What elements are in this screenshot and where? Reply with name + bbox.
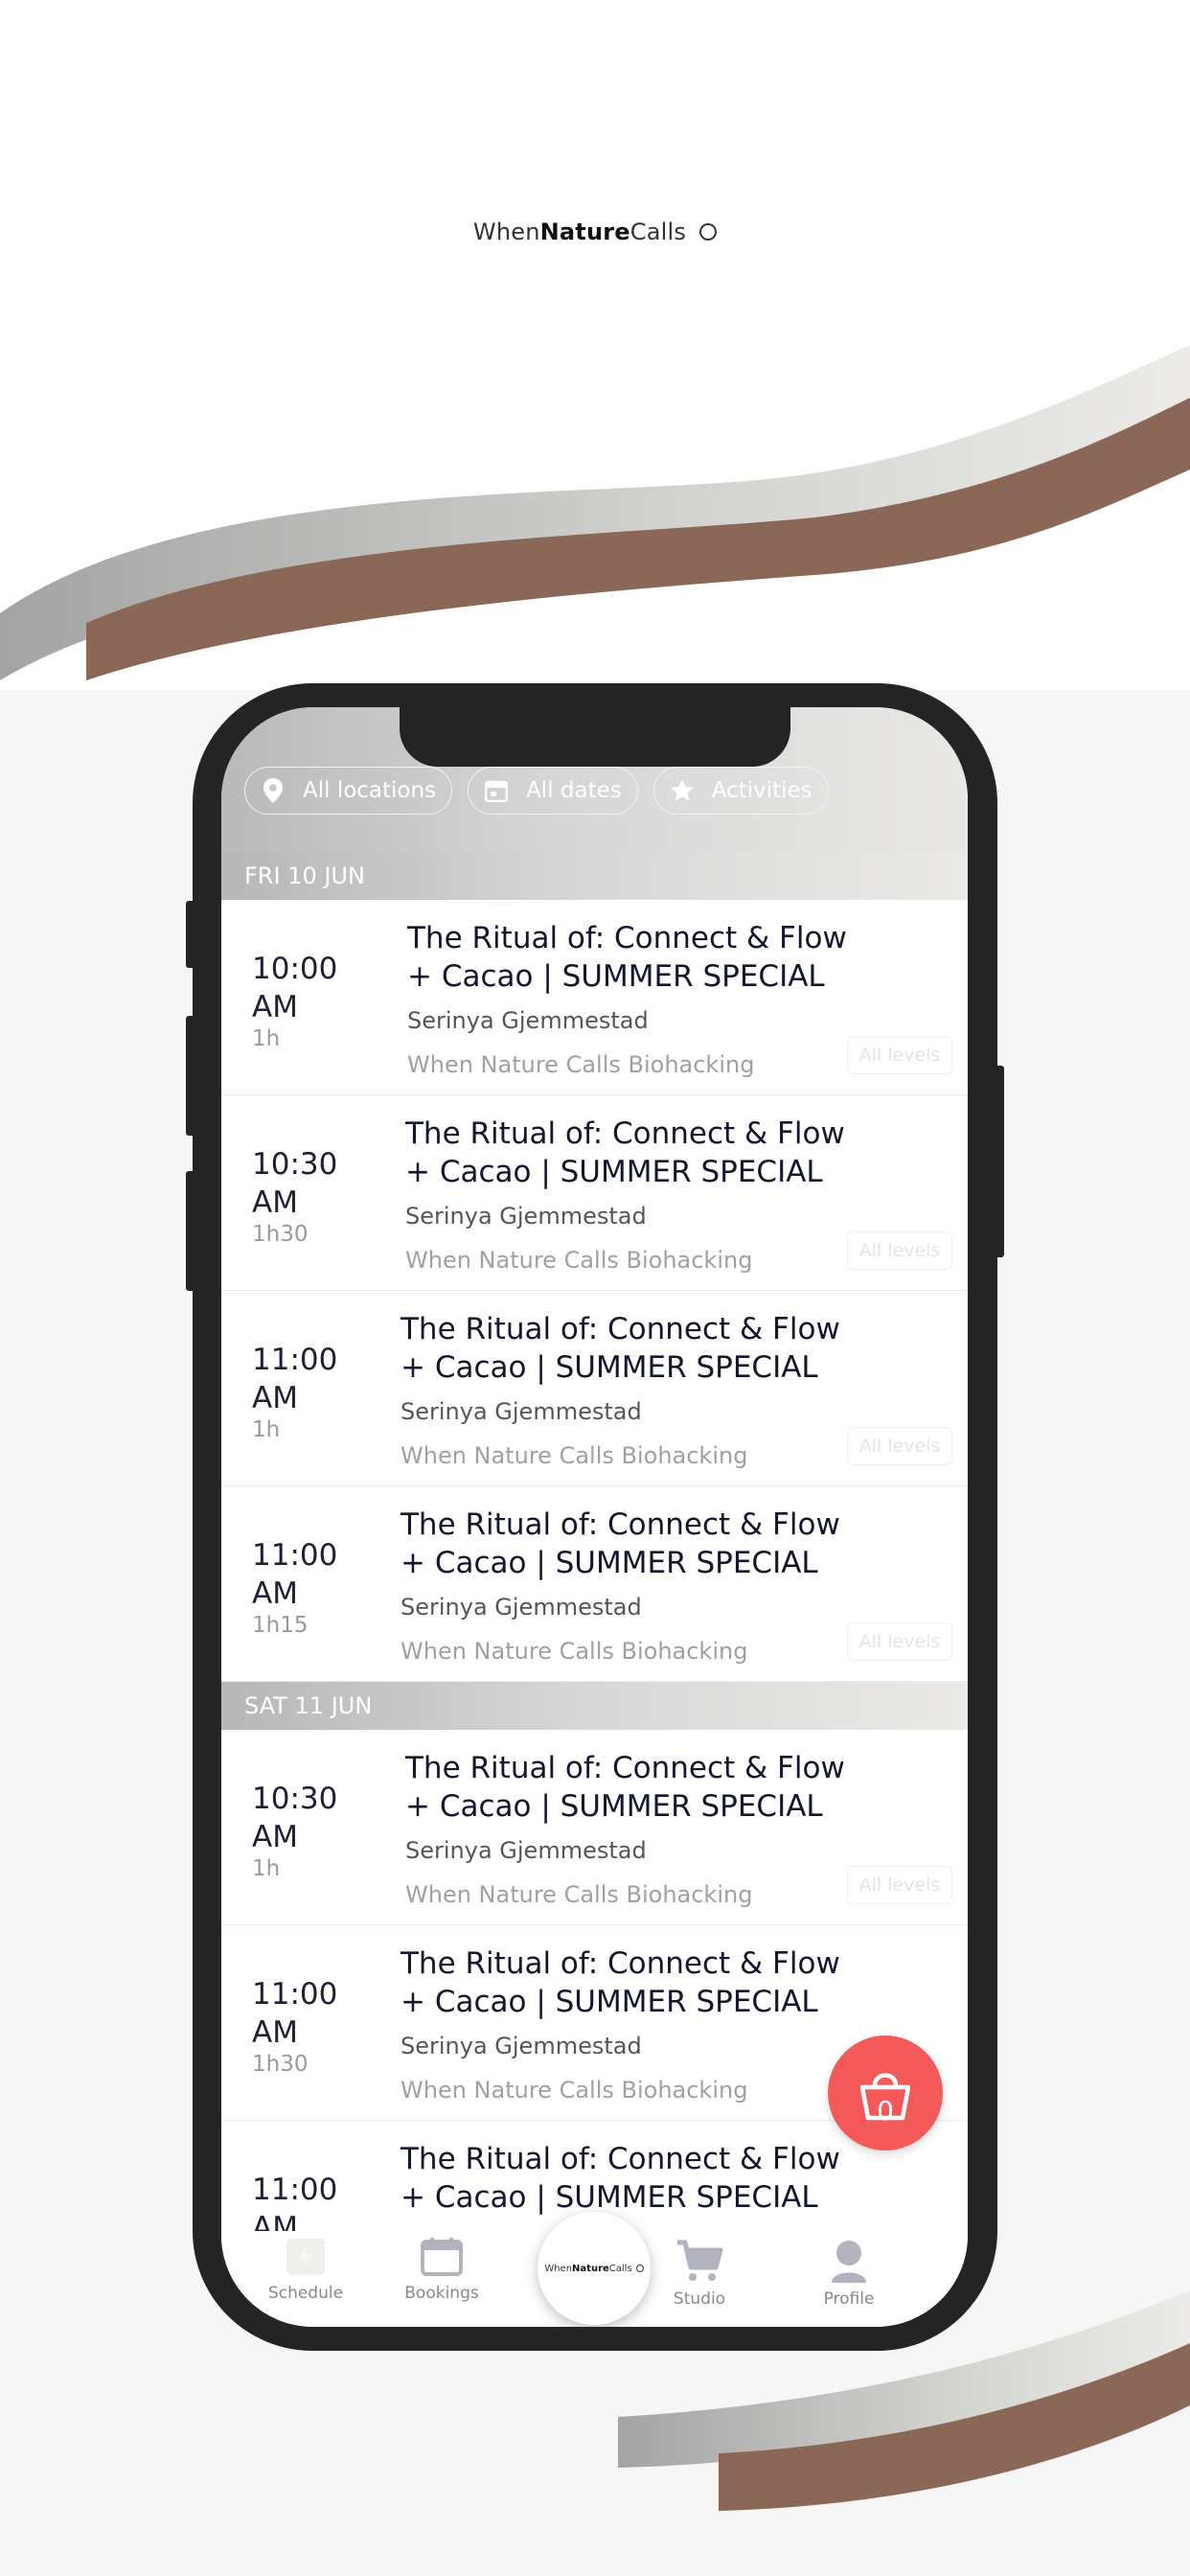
class-duration: 1h: [252, 1856, 281, 1881]
logo-text: When: [544, 2263, 573, 2274]
level-badge: All levels: [847, 1622, 952, 1661]
class-duration: 1h: [252, 1417, 281, 1442]
class-time: 10:00 AM: [252, 952, 338, 1024]
day-header: FRI 10 JUN: [221, 852, 968, 900]
class-location: When Nature Calls Biohacking: [400, 2077, 748, 2104]
class-duration: 1h15: [252, 1613, 309, 1638]
phone-notch: [400, 707, 790, 767]
class-location: When Nature Calls Biohacking: [400, 1638, 748, 1665]
cart-count: 0: [877, 2095, 894, 2127]
tab-studio[interactable]: Studio: [656, 2239, 743, 2309]
tab-label: Bookings: [404, 2284, 479, 2303]
filter-label: Activities: [711, 778, 812, 803]
class-title: The Ritual of: Connect & Flow + Cacao | …: [400, 1946, 840, 2019]
app-screen: All locations All dates Activities FRI 1…: [221, 707, 968, 2327]
star-icon: [670, 778, 695, 803]
class-row[interactable]: 10:30 AM 1h The Ritual of: Connect & Flo…: [221, 1730, 968, 1925]
cart-fab[interactable]: 0: [828, 2036, 943, 2150]
class-teacher: Serinya Gjemmestad: [400, 2033, 642, 2059]
class-teacher: Serinya Gjemmestad: [405, 1837, 647, 1864]
level-badge: All levels: [847, 1866, 952, 1904]
class-title: The Ritual of: Connect & Flow + Cacao | …: [405, 1116, 845, 1189]
tab-label: Schedule: [267, 2284, 344, 2303]
calendar-icon: [484, 778, 509, 803]
class-location: When Nature Calls Biohacking: [405, 1247, 753, 1274]
class-time: 10:30 AM: [252, 1147, 338, 1220]
person-icon: [832, 2241, 866, 2283]
class-location: When Nature Calls Biohacking: [405, 1881, 753, 1908]
class-title: The Ritual of: Connect & Flow + Cacao | …: [400, 1507, 840, 1580]
class-duration: 1h30: [252, 1222, 309, 1247]
filter-dates[interactable]: All dates: [468, 767, 638, 815]
class-title: The Ritual of: Connect & Flow + Cacao | …: [407, 921, 847, 994]
class-title: The Ritual of: Connect & Flow + Cacao | …: [400, 1312, 840, 1385]
logo-text-bold: Nature: [572, 2263, 609, 2274]
class-time: 11:00 AM: [252, 1977, 338, 2050]
class-row[interactable]: 11:00 AM 1h15 The Ritual of: Connect & F…: [221, 1486, 968, 1682]
class-row[interactable]: 10:30 AM 1h30 The Ritual of: Connect & F…: [221, 1095, 968, 1291]
tab-label: Profile: [823, 2289, 875, 2309]
tab-bookings[interactable]: Bookings: [394, 2237, 490, 2303]
class-location: When Nature Calls Biohacking: [400, 1442, 748, 1469]
logo-circle-icon: [635, 2265, 644, 2272]
filter-activities[interactable]: Activities: [652, 767, 829, 815]
filter-label: All locations: [303, 778, 437, 803]
class-title: The Ritual of: Connect & Flow + Cacao | …: [405, 1751, 845, 1824]
class-time: 11:00 AM: [252, 1538, 338, 1611]
location-pin-icon: [261, 778, 286, 803]
class-teacher: Serinya Gjemmestad: [407, 1007, 649, 1034]
class-title: The Ritual of: Connect & Flow + Cacao | …: [400, 2142, 840, 2215]
filter-locations[interactable]: All locations: [244, 767, 453, 815]
class-row[interactable]: 11:00 AM 1h The Ritual of: Connect & Flo…: [221, 1291, 968, 1486]
class-time: 10:30 AM: [252, 1782, 338, 1854]
class-teacher: Serinya Gjemmestad: [405, 1203, 647, 1230]
calendar-icon: [421, 2238, 463, 2276]
tab-schedule[interactable]: Schedule: [258, 2237, 354, 2303]
level-badge: All levels: [847, 1231, 952, 1270]
tab-profile[interactable]: Profile: [806, 2239, 892, 2309]
class-duration: 1h: [252, 1026, 281, 1051]
class-teacher: Serinya Gjemmestad: [400, 1398, 642, 1425]
cart-icon: [677, 2240, 723, 2281]
level-badge: All levels: [847, 1036, 952, 1074]
class-teacher: Serinya Gjemmestad: [400, 1594, 642, 1621]
class-location: When Nature Calls Biohacking: [407, 1051, 755, 1078]
day-header: SAT 11 JUN: [221, 1682, 968, 1730]
class-duration: 1h30: [252, 2052, 309, 2077]
filter-label: All dates: [526, 778, 622, 803]
class-time: 11:00 AM: [252, 1343, 338, 1415]
filter-bar: All locations All dates Activities: [244, 767, 829, 815]
lightning-icon: [286, 2239, 325, 2275]
level-badge: All levels: [847, 1427, 952, 1465]
class-row[interactable]: 10:00 AM 1h The Ritual of: Connect & Flo…: [221, 900, 968, 1095]
logo-text: Calls: [608, 2263, 632, 2274]
center-logo-button[interactable]: When Nature Calls: [538, 2212, 651, 2325]
tab-label: Studio: [673, 2289, 726, 2309]
